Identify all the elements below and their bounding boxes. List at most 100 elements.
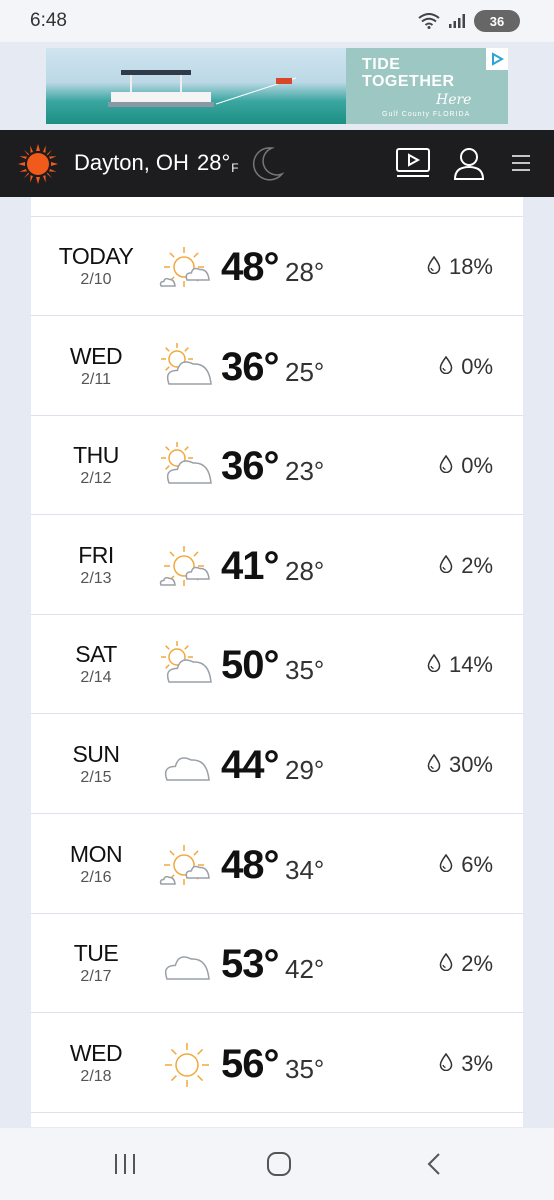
day-name: THU <box>73 442 119 469</box>
precip-value: 14% <box>448 652 493 678</box>
status-time: 6:48 <box>30 10 67 31</box>
forecast-list: TODAY 2/10 48° 28° 18% WED 2/11 36° 25° 0% THU 2/12… <box>31 197 523 1127</box>
recent-apps-icon[interactable] <box>112 1152 138 1176</box>
temp-high: 48° <box>221 245 279 289</box>
day-date: 2/18 <box>80 1067 112 1085</box>
precip-chance: 2% <box>439 951 493 977</box>
wifi-icon <box>418 13 440 29</box>
day-date: 2/15 <box>80 769 112 786</box>
temp-low: 34° <box>285 854 325 885</box>
day-date: 2/16 <box>80 868 112 886</box>
temp-low: 28° <box>285 257 325 287</box>
day-name: WED <box>69 1039 123 1066</box>
precip-value: 30% <box>448 752 493 777</box>
raindrop-icon <box>439 852 453 878</box>
partly-sunny-icon <box>159 545 210 586</box>
precip-value: 18% <box>448 254 493 279</box>
partly-sunny-icon <box>159 844 210 885</box>
forecast-row[interactable]: FRI 2/13 41° 28° 2% <box>31 516 523 615</box>
signal-icon <box>449 14 465 28</box>
ad-image[interactable] <box>46 48 346 124</box>
forecast-row[interactable]: WED 2/18 56° 35° 3% <box>31 1014 523 1113</box>
temp-high: 36° <box>221 344 279 389</box>
location-name[interactable]: Dayton, OH <box>74 150 189 176</box>
raindrop-icon <box>427 254 441 280</box>
raindrop-icon <box>439 553 453 579</box>
temp-high: 36° <box>221 444 279 489</box>
precip-value: 3% <box>461 1050 493 1076</box>
day-name: TUE <box>73 940 119 967</box>
day-name: FRI <box>78 541 114 568</box>
forecast-row[interactable]: SUN 2/15 44° 29° 30% <box>31 715 523 814</box>
user-account-icon[interactable] <box>452 146 486 180</box>
temp-high: 41° <box>221 543 279 588</box>
mostly-cloudy-icon <box>161 442 212 484</box>
status-bar: 6:48 36 <box>0 0 554 42</box>
pontoon-boat-image <box>108 70 297 107</box>
current-temp-value: 28° <box>197 150 231 175</box>
precip-chance: 0% <box>439 453 493 479</box>
temp-high: 48° <box>221 842 279 887</box>
precip-value: 2% <box>461 552 493 578</box>
temp-low: 35° <box>285 1053 325 1084</box>
temp-low: 29° <box>285 755 325 785</box>
temp-high: 44° <box>221 743 279 787</box>
partly-sunny-icon <box>159 247 210 287</box>
temp-low: 25° <box>285 356 325 387</box>
temp-unit: F <box>231 161 239 175</box>
raindrop-icon <box>427 652 441 678</box>
system-nav-bar <box>0 1128 554 1200</box>
raindrop-icon <box>427 752 441 778</box>
temp-high: 56° <box>221 1041 279 1086</box>
battery-indicator: 36 <box>474 10 520 32</box>
precip-chance: 30% <box>427 752 493 778</box>
sun-logo-icon[interactable] <box>18 144 58 184</box>
temp-high: 53° <box>221 942 279 987</box>
raindrop-icon <box>439 354 453 380</box>
temp-low: 35° <box>285 655 325 686</box>
home-icon[interactable] <box>266 1152 292 1176</box>
precip-chance: 2% <box>439 553 493 579</box>
precip-chance: 0% <box>439 354 493 380</box>
precip-value: 6% <box>461 851 493 877</box>
precip-value: 0% <box>461 453 493 479</box>
cloudy-icon <box>164 757 210 781</box>
precip-chance: 14% <box>427 652 493 678</box>
day-name: WED <box>69 342 123 369</box>
forecast-row[interactable]: WED 2/11 36° 25° 0% <box>31 317 523 416</box>
forecast-row[interactable]: TODAY 2/10 48° 28° 18% <box>31 217 523 316</box>
hamburger-menu-icon[interactable] <box>510 153 532 173</box>
ad-script-text: Here <box>436 92 472 108</box>
day-name: MON <box>69 840 123 867</box>
back-icon[interactable] <box>424 1152 444 1176</box>
ad-text-panel[interactable]: TIDE TOGETHER Here Gulf County FLORIDA <box>346 48 508 124</box>
day-name: TODAY <box>58 243 134 269</box>
day-date: 2/10 <box>80 271 112 288</box>
raindrop-icon <box>439 951 453 977</box>
forecast-row[interactable]: MON 2/16 48° 34° 6% <box>31 815 523 914</box>
ad-headline-line2: TOGETHER <box>362 73 455 90</box>
ad-banner[interactable]: TIDE TOGETHER Here Gulf County FLORIDA <box>46 48 508 124</box>
precip-chance: 6% <box>439 852 493 878</box>
cloudy-icon <box>164 956 210 980</box>
raindrop-icon <box>439 1051 453 1077</box>
video-icon[interactable] <box>395 147 431 179</box>
forecast-row[interactable]: TUE 2/17 53° 42° 2% <box>31 914 523 1014</box>
sunny-icon <box>165 1042 209 1087</box>
forecast-row[interactable]: SAT 2/14 50° 35° 14% <box>31 615 523 715</box>
ad-choices-icon[interactable] <box>486 48 508 70</box>
moon-icon <box>252 147 285 181</box>
day-name: SUN <box>72 741 120 767</box>
forecast-row[interactable]: THU 2/12 36° 23° 0% <box>31 416 523 516</box>
temp-low: 23° <box>285 456 325 487</box>
mostly-cloudy-icon <box>161 641 212 684</box>
temp-low: 42° <box>285 954 325 985</box>
ad-headline-line1: TIDE <box>362 56 401 73</box>
day-date: 2/14 <box>80 669 112 687</box>
current-temperature[interactable]: 28°F <box>197 150 239 176</box>
precip-chance: 3% <box>439 1051 493 1077</box>
day-name: SAT <box>75 641 117 668</box>
day-date: 2/12 <box>80 470 112 488</box>
temp-low: 28° <box>285 555 325 586</box>
day-date: 2/13 <box>80 569 112 587</box>
